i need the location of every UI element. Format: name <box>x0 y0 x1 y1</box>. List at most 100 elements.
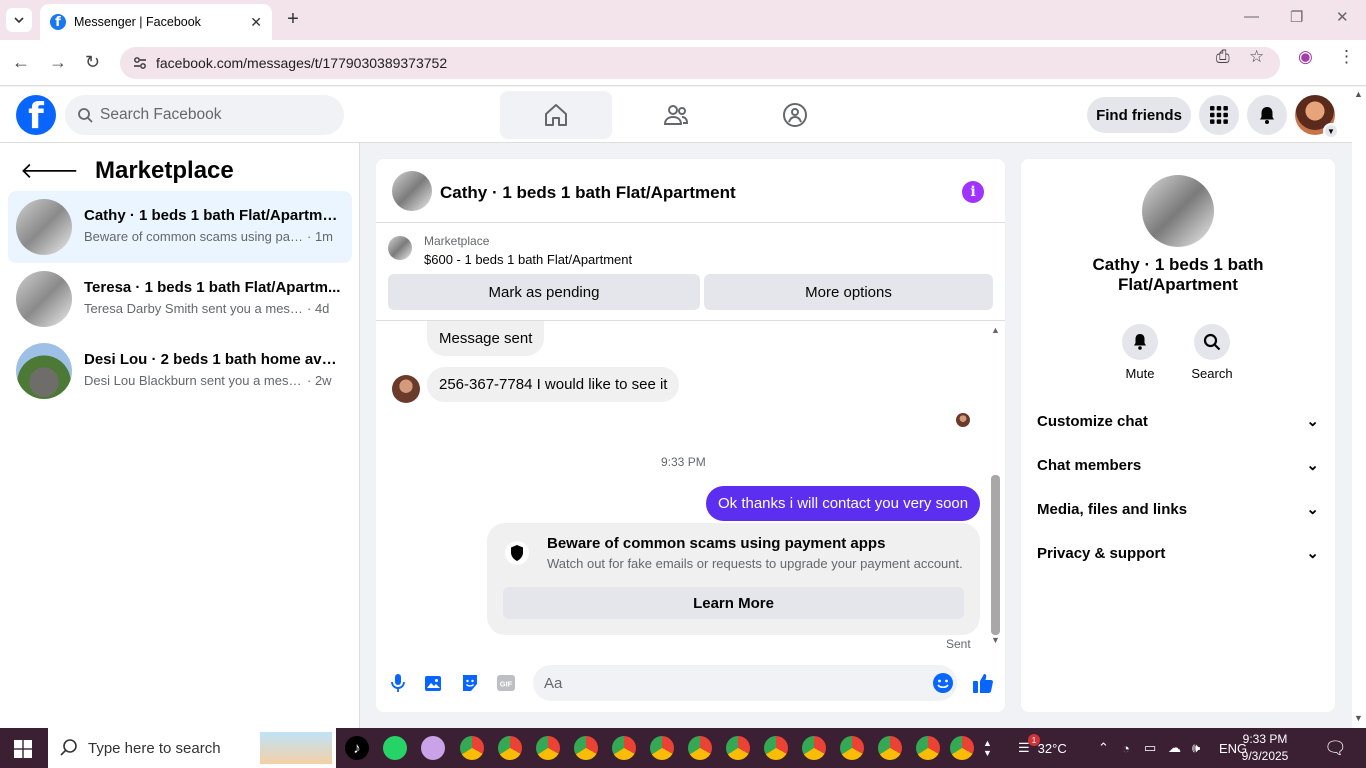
chat-scroll-thumb[interactable] <box>991 475 1000 635</box>
menu-grid-icon[interactable] <box>1199 95 1239 135</box>
tab-list-chevron-icon[interactable] <box>6 8 32 32</box>
facebook-logo-icon[interactable]: f <box>16 95 56 135</box>
notification-center-icon[interactable]: 🗨 <box>1324 728 1347 768</box>
wifi-icon[interactable]: ◔ <box>1122 728 1130 768</box>
scroll-down-icon[interactable]: ▼ <box>1354 713 1363 723</box>
chrome-icon[interactable] <box>650 736 674 760</box>
incoming-message[interactable]: Message sent <box>427 321 545 356</box>
pane-header: 🡐 Marketplace <box>20 157 234 185</box>
customize-chat-row[interactable]: Customize chat ⌄ <box>1037 399 1319 443</box>
chrome-icon[interactable] <box>878 736 902 760</box>
chrome-icon[interactable] <box>840 736 864 760</box>
reload-icon[interactable]: ↻ <box>85 52 100 73</box>
chat-avatar[interactable] <box>392 171 432 211</box>
chrome-icon[interactable] <box>498 736 522 760</box>
chrome-icon[interactable] <box>726 736 750 760</box>
chrome-icon[interactable] <box>688 736 712 760</box>
chrome-icon[interactable] <box>802 736 826 760</box>
conversation-item[interactable]: Cathy · 1 beds 1 bath Flat/Apartment Bew… <box>8 191 352 263</box>
privacy-support-row[interactable]: Privacy & support ⌄ <box>1037 531 1319 575</box>
read-receipt-avatar <box>956 413 970 427</box>
contact-avatar[interactable] <box>1142 175 1214 247</box>
browser-menu-icon[interactable]: ⋮ <box>1338 47 1355 67</box>
page-scrollbar[interactable]: ▲ ▼ <box>1352 87 1366 728</box>
new-tab-icon[interactable]: + <box>282 8 304 30</box>
profile-icon[interactable]: ◉ <box>1298 47 1313 67</box>
learn-more-button[interactable]: Learn More <box>503 587 964 619</box>
volume-icon[interactable]: 🕪 <box>1192 728 1200 768</box>
facebook-header: f Search Facebook Find friends ▼ <box>0 87 1352 143</box>
taskbar-overflow-icon[interactable]: ▲ ▼ <box>983 728 992 768</box>
weather-widget[interactable]: ☰ 1 32°C <box>1018 728 1067 768</box>
listing-title[interactable]: $600 - 1 beds 1 bath Flat/Apartment <box>424 252 632 267</box>
onedrive-cloud-icon[interactable]: ☁ <box>1168 728 1181 768</box>
app-icon[interactable] <box>421 736 445 760</box>
scroll-down-icon[interactable]: ▼ <box>991 635 1000 645</box>
window-close-icon[interactable]: ✕ <box>1336 8 1349 26</box>
gif-icon[interactable]: GIF <box>494 671 518 695</box>
search-icon <box>77 107 93 128</box>
conversation-item[interactable]: Teresa · 1 beds 1 bath Flat/Apartm... Te… <box>8 263 352 335</box>
bookmark-star-icon[interactable]: ☆ <box>1249 47 1264 67</box>
chrome-icon[interactable] <box>916 736 940 760</box>
forward-icon[interactable]: → <box>49 52 67 73</box>
facebook-search-input[interactable]: Search Facebook <box>65 95 344 135</box>
system-clock[interactable]: 9:33 PM 9/3/2025 <box>1225 731 1305 765</box>
mute-button[interactable]: Mute <box>1110 324 1170 381</box>
minimize-icon[interactable]: — <box>1244 8 1259 25</box>
microphone-icon[interactable] <box>386 671 410 695</box>
install-app-icon[interactable]: ⎙ <box>1216 47 1230 67</box>
chat-header: Cathy · 1 beds 1 bath Flat/Apartment i <box>376 159 1005 223</box>
thumbs-up-icon[interactable] <box>971 671 995 695</box>
scroll-up-icon[interactable]: ▲ <box>1354 89 1363 99</box>
nav-groups[interactable] <box>739 91 851 139</box>
whatsapp-icon[interactable] <box>383 736 407 760</box>
media-files-links-row[interactable]: Media, files and links ⌄ <box>1037 487 1319 531</box>
account-avatar[interactable]: ▼ <box>1295 95 1339 139</box>
chrome-icon[interactable] <box>950 736 974 760</box>
home-icon <box>545 104 567 126</box>
notifications-bell-icon[interactable] <box>1247 95 1287 135</box>
photo-icon[interactable] <box>422 671 446 695</box>
chat-title[interactable]: Cathy · 1 beds 1 bath Flat/Apartment <box>440 183 736 203</box>
outgoing-message[interactable]: Ok thanks i will contact you very soon <box>706 486 981 521</box>
incoming-message[interactable]: 256-367-7784 I would like to see it <box>427 367 680 402</box>
sender-avatar[interactable] <box>392 375 420 403</box>
address-bar[interactable]: facebook.com/messages/t/1779030389373752 <box>120 47 1280 79</box>
tiktok-icon[interactable]: ♪ <box>345 736 369 760</box>
browser-tab[interactable]: f Messenger | Facebook ✕ <box>40 4 272 40</box>
scam-warning-description: Watch out for fake emails or requests to… <box>547 556 963 571</box>
nav-home[interactable] <box>500 91 612 139</box>
find-friends-button[interactable]: Find friends <box>1087 97 1191 133</box>
listing-thumbnail <box>16 343 72 399</box>
restore-icon[interactable]: ❐ <box>1290 8 1303 26</box>
tray-expand-icon[interactable]: ⌃ <box>1098 728 1109 768</box>
info-icon[interactable]: i <box>962 181 984 203</box>
search-in-chat-button[interactable]: Search <box>1182 324 1242 381</box>
chrome-icon[interactable] <box>536 736 560 760</box>
tab-close-icon[interactable]: ✕ <box>250 14 262 31</box>
battery-icon[interactable]: ▭ <box>1144 728 1156 768</box>
chat-members-row[interactable]: Chat members ⌄ <box>1037 443 1319 487</box>
emoji-icon[interactable] <box>931 671 955 695</box>
mark-as-pending-button[interactable]: Mark as pending <box>388 274 700 310</box>
back-icon[interactable]: ← <box>12 52 30 73</box>
message-placeholder: Aa <box>544 674 563 692</box>
windows-start-icon[interactable] <box>14 740 32 763</box>
chrome-icon[interactable] <box>460 736 484 760</box>
site-info-icon[interactable] <box>132 55 148 74</box>
search-icon <box>60 738 78 760</box>
taskbar-search-input[interactable]: Type here to search <box>48 728 336 768</box>
back-arrow-icon[interactable]: 🡐 <box>20 158 79 184</box>
listing-thumbnail[interactable] <box>388 236 412 260</box>
chrome-icon[interactable] <box>574 736 598 760</box>
conversation-item[interactable]: Desi Lou · 2 beds 1 bath home avai... De… <box>8 335 352 407</box>
chrome-icon[interactable] <box>764 736 788 760</box>
chat-pane: Cathy · 1 beds 1 bath Flat/Apartment i M… <box>376 159 1005 712</box>
scroll-up-icon[interactable]: ▲ <box>991 325 1000 335</box>
nav-friends[interactable] <box>620 91 732 139</box>
sticker-icon[interactable] <box>458 671 482 695</box>
more-options-button[interactable]: More options <box>704 274 993 310</box>
chrome-icon[interactable] <box>612 736 636 760</box>
message-input[interactable]: Aa <box>533 665 957 701</box>
